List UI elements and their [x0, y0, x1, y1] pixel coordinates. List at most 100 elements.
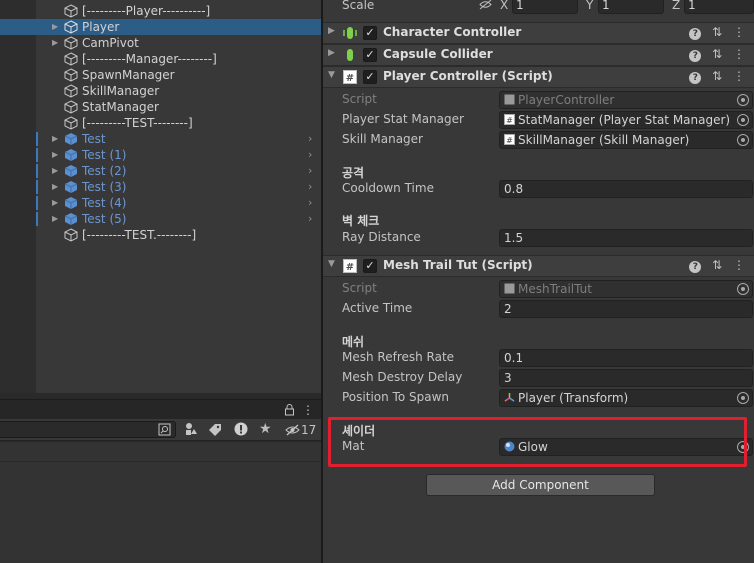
hierarchy-item-prefab[interactable]: ▶ Test (1) › — [0, 147, 321, 163]
scale-y-field[interactable]: 1 — [598, 0, 664, 14]
hierarchy-item[interactable]: [---------Player----------] — [0, 3, 321, 19]
hierarchy-item[interactable]: SpawnManager — [0, 67, 321, 83]
project-tab-bar: ⋮ — [0, 399, 321, 419]
script-icon: # — [504, 133, 515, 145]
lock-icon[interactable] — [284, 400, 295, 420]
more-options-icon[interactable]: ⋮ — [730, 258, 748, 272]
scale-x-field[interactable]: 1 — [512, 0, 578, 14]
object-picker-icon[interactable] — [737, 392, 749, 404]
more-options-icon[interactable]: ⋮ — [730, 47, 748, 61]
prefab-icon — [64, 212, 78, 226]
hierarchy-item-prefab[interactable]: ▶ Test (2) › — [0, 163, 321, 179]
chevron-right-icon[interactable]: › — [308, 211, 312, 227]
help-icon[interactable]: ? — [686, 25, 704, 40]
preset-settings-icon[interactable]: ⇅ — [708, 258, 726, 272]
gameobject-icon — [64, 100, 78, 114]
more-options-icon[interactable]: ⋮ — [730, 69, 748, 83]
scale-z-field[interactable]: 1 — [684, 0, 754, 14]
transform-scale-row: Scale X 1 Y 1 Z 1 — [323, 0, 754, 16]
hierarchy-item-prefab[interactable]: ▶ Test (5) › — [0, 211, 321, 227]
collapse-arrow-icon[interactable]: ▼ — [328, 70, 335, 80]
hierarchy-item[interactable]: [---------TEST.--------] — [0, 227, 321, 243]
divider — [0, 461, 321, 462]
component-header-player-controller[interactable]: ▼ # ✓ Player Controller (Script) ? ⇅ ⋮ — [323, 66, 754, 88]
expand-arrow-icon[interactable]: ▶ — [52, 19, 62, 35]
chevron-right-icon[interactable]: › — [308, 179, 312, 195]
add-component-button[interactable]: Add Component — [426, 474, 655, 496]
help-icon[interactable]: ? — [686, 258, 704, 273]
mesh-destroy-delay-row: Mesh Destroy Delay 3 — [323, 368, 754, 388]
warning-filter-icon[interactable] — [234, 420, 248, 440]
chevron-right-icon[interactable]: › — [308, 131, 312, 147]
hierarchy-item[interactable]: SkillManager — [0, 83, 321, 99]
position-to-spawn-field[interactable]: Player (Transform) — [499, 389, 753, 407]
active-time-field[interactable]: 2 — [499, 300, 753, 318]
prefab-icon — [64, 164, 78, 178]
filter-by-type-icon[interactable] — [184, 420, 198, 440]
script-icon — [504, 93, 515, 105]
hierarchy-item[interactable]: [---------TEST--------] — [0, 115, 321, 131]
player-stat-manager-field[interactable]: # StatManager (Player Stat Manager) — [499, 111, 753, 129]
component-enabled-checkbox[interactable]: ✓ — [363, 259, 377, 273]
script-field: PlayerController — [499, 91, 753, 109]
mesh-refresh-rate-field[interactable]: 0.1 — [499, 349, 753, 367]
ray-distance-field[interactable]: 1.5 — [499, 229, 753, 247]
expand-arrow-icon[interactable]: ▶ — [328, 26, 335, 36]
component-header-character-controller[interactable]: ▶ ✓ Character Controller ? ⇅ ⋮ — [323, 22, 754, 44]
hierarchy-item-prefab[interactable]: ▶ Test (4) › — [0, 195, 321, 211]
component-enabled-checkbox[interactable]: ✓ — [363, 26, 377, 40]
component-header-mesh-trail[interactable]: ▼ # ✓ Mesh Trail Tut (Script) ? ⇅ ⋮ — [323, 255, 754, 277]
highlight-box — [328, 417, 747, 467]
component-header-capsule-collider[interactable]: ▶ ✓ Capsule Collider ? ⇅ ⋮ — [323, 44, 754, 66]
search-by-type-icon[interactable] — [158, 420, 171, 440]
gameobject-icon — [64, 36, 78, 50]
modified-marker — [36, 180, 38, 194]
preset-settings-icon[interactable]: ⇅ — [708, 69, 726, 83]
search-input[interactable] — [0, 421, 176, 438]
hierarchy-footer — [0, 393, 321, 398]
hierarchy-item-prefab[interactable]: ▶ Test › — [0, 131, 321, 147]
scale-x-label: X — [500, 0, 509, 12]
hierarchy-item-player[interactable]: ▶ Player — [0, 19, 321, 35]
hierarchy-item[interactable]: [---------Manager--------] — [0, 51, 321, 67]
expand-arrow-icon[interactable]: ▶ — [52, 35, 62, 51]
more-options-icon[interactable]: ⋮ — [302, 400, 314, 420]
object-picker-icon[interactable] — [737, 114, 749, 126]
hidden-packages-icon[interactable] — [285, 420, 300, 440]
cooldown-time-field[interactable]: 0.8 — [499, 180, 753, 198]
cooldown-time-row: Cooldown Time 0.8 — [323, 179, 754, 199]
chevron-right-icon[interactable]: › — [308, 163, 312, 179]
hierarchy-item[interactable]: ▶ CamPivot — [0, 35, 321, 51]
favorites-star-icon[interactable]: ★ — [259, 419, 272, 439]
gameobject-icon — [64, 52, 78, 66]
component-enabled-checkbox[interactable]: ✓ — [363, 48, 377, 62]
expand-arrow-icon[interactable]: ▶ — [52, 211, 62, 227]
help-icon[interactable]: ? — [686, 69, 704, 84]
expand-arrow-icon[interactable]: ▶ — [52, 147, 62, 163]
expand-arrow-icon[interactable]: ▶ — [328, 48, 335, 58]
help-icon[interactable]: ? — [686, 47, 704, 62]
script-icon: # — [343, 259, 357, 273]
preset-settings-icon[interactable]: ⇅ — [708, 25, 726, 39]
preset-settings-icon[interactable]: ⇅ — [708, 47, 726, 61]
constrain-proportions-icon[interactable] — [479, 0, 492, 13]
filter-by-label-icon[interactable] — [209, 420, 222, 440]
modified-marker — [36, 132, 38, 146]
expand-arrow-icon[interactable]: ▶ — [52, 131, 62, 147]
capsule-collider-icon — [343, 48, 357, 62]
expand-arrow-icon[interactable]: ▶ — [52, 163, 62, 179]
script-icon — [504, 282, 515, 294]
object-picker-icon[interactable] — [737, 134, 749, 146]
mesh-destroy-delay-field[interactable]: 3 — [499, 369, 753, 387]
gameobject-icon — [64, 84, 78, 98]
chevron-right-icon[interactable]: › — [308, 195, 312, 211]
chevron-right-icon[interactable]: › — [308, 147, 312, 163]
collapse-arrow-icon[interactable]: ▼ — [328, 259, 335, 269]
expand-arrow-icon[interactable]: ▶ — [52, 195, 62, 211]
hierarchy-item-prefab[interactable]: ▶ Test (3) › — [0, 179, 321, 195]
skill-manager-field[interactable]: # SkillManager (Skill Manager) — [499, 131, 753, 149]
expand-arrow-icon[interactable]: ▶ — [52, 179, 62, 195]
more-options-icon[interactable]: ⋮ — [730, 25, 748, 39]
component-enabled-checkbox[interactable]: ✓ — [363, 70, 377, 84]
hierarchy-item[interactable]: StatManager — [0, 99, 321, 115]
